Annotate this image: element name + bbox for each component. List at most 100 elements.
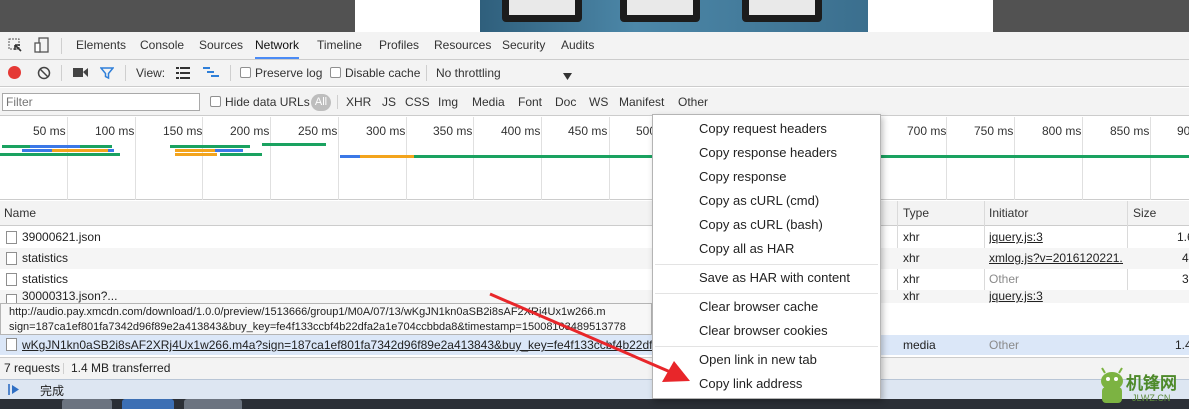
menu-item-copy-as-curl-bash[interactable]: Copy as cURL (bash): [699, 213, 823, 237]
request-initiator[interactable]: jquery.js:3: [989, 290, 1043, 303]
timeline-bar: [414, 155, 652, 158]
filter-icon[interactable]: [99, 66, 115, 83]
filter-type-ws[interactable]: WS: [589, 88, 608, 116]
menu-item-save-as-har[interactable]: Save as HAR with content: [699, 266, 850, 290]
filter-input[interactable]: [2, 93, 200, 111]
tab-timeline[interactable]: Timeline: [317, 32, 362, 59]
timeline-bar: [220, 153, 262, 156]
request-initiator[interactable]: xmlog.js?v=2016120221...: [989, 248, 1123, 269]
preserve-log-checkbox[interactable]: [240, 67, 251, 78]
record-icon[interactable]: [8, 66, 21, 79]
tab-sources[interactable]: Sources: [199, 32, 243, 59]
filter-divider: [337, 95, 338, 109]
column-size-header[interactable]: Size: [1133, 201, 1156, 226]
request-initiator: Other: [989, 272, 1020, 286]
show-drawer-icon[interactable]: [8, 383, 21, 399]
timeline-bar: [340, 155, 360, 158]
table-row[interactable]: 39000621.json xhr jquery.js:3 1.6: [0, 227, 1189, 248]
hide-data-urls-checkbox[interactable]: [210, 96, 221, 107]
tab-divider: [61, 38, 62, 54]
menu-item-copy-response[interactable]: Copy response: [699, 165, 786, 189]
menu-item-copy-as-curl-cmd[interactable]: Copy as cURL (cmd): [699, 189, 819, 213]
menu-item-clear-browser-cache[interactable]: Clear browser cache: [699, 295, 818, 319]
filter-type-font[interactable]: Font: [518, 88, 542, 116]
timeline-gridline: [270, 117, 271, 200]
timeline-gridline: [1014, 117, 1015, 200]
column-type-header[interactable]: Type: [903, 201, 929, 226]
timeline-tick: 50 ms: [33, 124, 66, 138]
taskbar-button[interactable]: [184, 399, 242, 409]
chevron-down-icon[interactable]: [563, 69, 572, 83]
timeline-overview[interactable]: 50 ms 100 ms 150 ms 200 ms 250 ms 300 ms…: [0, 117, 1189, 200]
filter-type-other[interactable]: Other: [678, 88, 708, 116]
tab-audits[interactable]: Audits: [561, 32, 594, 59]
tab-profiles[interactable]: Profiles: [379, 32, 419, 59]
os-taskbar: [0, 399, 1189, 409]
tab-elements[interactable]: Elements: [76, 32, 126, 59]
request-table-header: Name Type Initiator Size: [0, 201, 1189, 226]
preserve-log-label: Preserve log: [255, 66, 323, 80]
request-type: xhr: [903, 290, 920, 303]
timeline-tick: 250 ms: [298, 124, 338, 138]
tab-network[interactable]: Network: [255, 32, 300, 59]
tab-security[interactable]: Security: [502, 32, 545, 59]
file-icon: [6, 294, 17, 303]
toolbar-divider: [125, 65, 126, 81]
watermark-text: 机锋网: [1126, 374, 1177, 393]
request-type: xhr: [903, 272, 920, 286]
large-rows-icon[interactable]: [176, 67, 190, 82]
timeline-tick: 150 ms: [163, 124, 203, 138]
filter-type-js[interactable]: JS: [382, 88, 396, 116]
column-initiator-header[interactable]: Initiator: [989, 201, 1028, 226]
disable-cache-checkbox[interactable]: [330, 67, 341, 78]
timeline-tick: 300 ms: [366, 124, 406, 138]
request-size: 4: [1182, 251, 1189, 265]
request-size: 3: [1182, 272, 1189, 286]
filter-type-css[interactable]: CSS: [405, 88, 430, 116]
device-mode-icon[interactable]: [34, 37, 50, 57]
taskbar-button[interactable]: [122, 399, 174, 409]
table-row[interactable]: statistics xhr Other 3: [0, 269, 1189, 290]
timeline-tick: 200 ms: [230, 124, 270, 138]
request-name: statistics: [22, 272, 69, 286]
menu-item-clear-browser-cookies[interactable]: Clear browser cookies: [699, 319, 828, 343]
watermark-domain: JLWZ.CN: [1132, 393, 1171, 403]
toolbar-divider: [230, 65, 231, 81]
timeline-tick: 100 ms: [95, 124, 135, 138]
android-robot-icon: [1101, 367, 1123, 403]
filter-type-img[interactable]: Img: [438, 88, 458, 116]
menu-item-copy-request-headers[interactable]: Copy request headers: [699, 117, 827, 141]
timeline-tick: 400 ms: [501, 124, 541, 138]
filter-type-all[interactable]: All: [311, 94, 331, 111]
tab-resources[interactable]: Resources: [434, 32, 491, 59]
column-name-header[interactable]: Name: [4, 201, 36, 226]
timeline-gridline: [338, 117, 339, 200]
filter-type-media[interactable]: Media: [472, 88, 505, 116]
table-row[interactable]: statistics xhr xmlog.js?v=2016120221... …: [0, 248, 1189, 269]
filter-type-xhr[interactable]: XHR: [346, 88, 371, 116]
timeline-tick: 700 ms: [907, 124, 947, 138]
menu-item-open-link-new-tab[interactable]: Open link in new tab: [699, 348, 817, 372]
menu-item-copy-all-as-har[interactable]: Copy all as HAR: [699, 237, 794, 261]
filter-type-manifest[interactable]: Manifest: [619, 88, 664, 116]
filter-type-doc[interactable]: Doc: [555, 88, 576, 116]
tab-console[interactable]: Console: [140, 32, 184, 59]
timeline-gridline: [473, 117, 474, 200]
timeline-bar: [30, 145, 80, 148]
taskbar-button[interactable]: [62, 399, 112, 409]
menu-separator: [655, 264, 878, 265]
capture-screenshots-icon[interactable]: [73, 67, 88, 81]
timeline-tick: 90: [1177, 124, 1189, 138]
annotation-arrow-icon: [489, 292, 690, 382]
request-initiator[interactable]: jquery.js:3: [989, 227, 1043, 248]
throttling-select[interactable]: No throttling: [436, 60, 501, 86]
overview-waterfall-icon[interactable]: [203, 67, 219, 82]
timeline-bar: [52, 149, 108, 152]
timeline-bar: [360, 155, 414, 158]
menu-item-copy-response-headers[interactable]: Copy response headers: [699, 141, 837, 165]
inspect-element-icon[interactable]: [8, 38, 23, 56]
menu-item-copy-link-address[interactable]: Copy link address: [699, 372, 802, 396]
clear-icon[interactable]: [37, 66, 51, 83]
file-icon: [6, 338, 17, 351]
toolbar-divider: [61, 65, 62, 81]
